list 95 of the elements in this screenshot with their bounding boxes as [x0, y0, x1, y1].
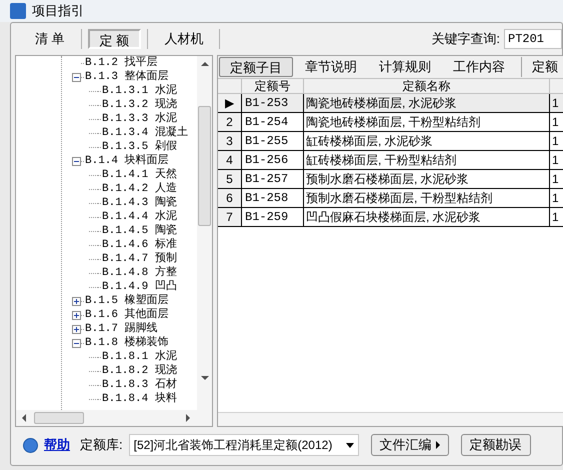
library-dropdown[interactable]: [52]河北省装饰工程消耗里定额(2012) [128, 434, 359, 456]
scroll-thumb[interactable] [34, 412, 84, 424]
tree-item[interactable]: B.1.4 块料面层 [84, 152, 169, 170]
tree-item[interactable]: B.1.4.5 陶瓷 [101, 222, 177, 240]
mode-tab[interactable]: 人材机 [154, 29, 214, 49]
library-label: 定额库: [80, 436, 123, 454]
collapse-icon[interactable] [72, 156, 81, 166]
table-row[interactable]: 2 B1-254 陶瓷地砖楼梯面层, 干粉型粘结剂 1 [218, 113, 563, 132]
expand-icon[interactable] [72, 310, 81, 320]
table-cell: 陶瓷地砖楼梯面层, 干粉型粘结剂 [304, 113, 550, 131]
tree-item[interactable]: B.1.3.2 现浇 [101, 96, 177, 114]
tree-item[interactable]: B.1.3.4 混凝土 [101, 124, 188, 142]
help-link[interactable]: 帮助 [44, 435, 70, 455]
detail-tab[interactable]: 计算规则 [369, 57, 441, 77]
tree-item[interactable]: B.1.4.3 陶瓷 [101, 194, 177, 212]
table-cell-text: 1 [551, 133, 560, 150]
table-row[interactable]: 4 B1-256 缸砖楼梯面层, 干粉型粘结剂 1 [218, 151, 563, 170]
tree-item[interactable]: B.1.4.6 标准 [101, 236, 177, 254]
tree-item[interactable]: B.1.4.8 方整 [101, 264, 177, 282]
table-cell-text: 1 [551, 95, 560, 112]
table-cell: B1-256 [242, 151, 304, 169]
tree-item[interactable]: B.1.3 整体面层 [84, 68, 169, 86]
tree-item[interactable]: B.1.5 橡塑面层 [84, 292, 169, 310]
scroll-up-icon[interactable] [200, 62, 208, 66]
table-cell: 陶瓷地砖楼梯面层, 水泥砂浆 [304, 94, 550, 112]
tree-item[interactable]: B.1.4.4 水泥 [101, 208, 177, 226]
column-header: 定额名称 [304, 79, 550, 93]
search-label: 关键字查询: [431, 30, 500, 48]
row-header: 5 [218, 170, 242, 188]
tree-item[interactable]: B.1.8 楼梯装饰 [84, 334, 169, 352]
table-cell-text: 1 [551, 209, 560, 226]
scroll-thumb[interactable] [198, 106, 211, 226]
horizontal-scrollbar[interactable] [218, 412, 563, 426]
tree-item[interactable]: B.1.8.4 块料 [101, 390, 177, 408]
tree-item[interactable]: B.1.8.2 现浇 [101, 362, 177, 380]
table-cell-text: 1 [551, 152, 560, 169]
detail-tab[interactable]: 章节说明 [295, 57, 367, 77]
row-header: 4 [218, 151, 242, 169]
horizontal-scrollbar[interactable] [16, 410, 212, 426]
vertical-scrollbar[interactable] [197, 56, 212, 410]
search-field[interactable]: PT201 [504, 29, 562, 49]
table-cell: 预制水磨石楼梯面层, 水泥砂浆 [304, 170, 550, 188]
detail-tab[interactable]: 定额子目 [219, 57, 293, 77]
window-title: 项目指引 [32, 2, 84, 20]
table-cell: 凹凸假麻石块楼梯面层, 水泥砂浆 [304, 208, 550, 226]
table-cell-text: 1 [551, 190, 560, 207]
tree-item[interactable]: B.1.4.2 人造 [101, 180, 177, 198]
row-header: ▶ [218, 94, 242, 112]
collapse-icon[interactable] [72, 72, 81, 82]
collapse-icon[interactable] [72, 338, 81, 348]
table-cell: 缸砖楼梯面层, 水泥砂浆 [304, 132, 550, 150]
table-cell-text: 1 [551, 114, 560, 131]
tree-item[interactable]: B.1.3.3 水泥 [101, 110, 177, 128]
scroll-right-icon[interactable] [186, 414, 190, 422]
tree-item[interactable]: B.1.8.3 石材 [101, 376, 177, 394]
tree-item[interactable]: B.1.3.1 水泥 [101, 82, 177, 100]
table-cell: B1-257 [242, 170, 304, 188]
table-row[interactable]: 7 B1-259 凹凸假麻石块楼梯面层, 水泥砂浆 1 [218, 208, 563, 227]
column-header: 定额号 [242, 79, 304, 93]
tree-item[interactable]: B.1.8.1 水泥 [101, 348, 177, 366]
table-row[interactable]: 6 B1-258 预制水磨石楼梯面层, 干粉型粘结剂 1 [218, 189, 563, 208]
menu-button[interactable]: 文件汇编 [370, 434, 449, 456]
tree-item[interactable]: B.1.6 其他面层 [84, 306, 169, 324]
expand-icon[interactable] [72, 324, 81, 334]
tree-item[interactable]: B.1.4.1 天然 [101, 166, 177, 184]
app-logo-icon [10, 3, 26, 19]
dropdown-arrow-icon [346, 442, 354, 448]
table-row[interactable]: 3 B1-255 缸砖楼梯面层, 水泥砂浆 1 [218, 132, 563, 151]
row-header: 6 [218, 189, 242, 207]
table-cell: 预制水磨石楼梯面层, 干粉型粘结剂 [304, 189, 550, 207]
table-row[interactable]: 5 B1-257 预制水磨石楼梯面层, 水泥砂浆 1 [218, 170, 563, 189]
table-row[interactable]: ▶ B1-253 陶瓷地砖楼梯面层, 水泥砂浆 1 [218, 94, 563, 113]
mode-tab[interactable]: 清 单 [25, 29, 75, 49]
action-button[interactable]: 定额勘误 [460, 434, 531, 456]
tree-item[interactable]: B.1.3.5 剁假 [101, 138, 177, 156]
table-cell: B1-259 [242, 208, 304, 226]
row-header: 7 [218, 208, 242, 226]
table-cell: 缸砖楼梯面层, 干粉型粘结剂 [304, 151, 550, 169]
table-cell-text: 1 [551, 171, 560, 188]
detail-tab[interactable]: 工作内容 [443, 57, 515, 77]
arrow-right-icon [436, 441, 440, 449]
table-cell: B1-253 [242, 94, 304, 112]
help-icon[interactable] [23, 438, 38, 452]
scroll-left-icon[interactable] [22, 414, 26, 422]
row-header: 3 [218, 132, 242, 150]
detail-tab[interactable]: 定额 [521, 57, 563, 77]
table-cell: B1-254 [242, 113, 304, 131]
scroll-down-icon[interactable] [200, 376, 208, 380]
table-cell: B1-258 [242, 189, 304, 207]
mode-tab[interactable]: 定 额 [88, 29, 142, 49]
tree-item[interactable]: B.1.2 找平层 [84, 56, 158, 72]
table-cell: B1-255 [242, 132, 304, 150]
row-header: 2 [218, 113, 242, 131]
expand-icon[interactable] [72, 296, 81, 306]
tree-item[interactable]: B.1.7 踢脚线 [84, 320, 158, 338]
